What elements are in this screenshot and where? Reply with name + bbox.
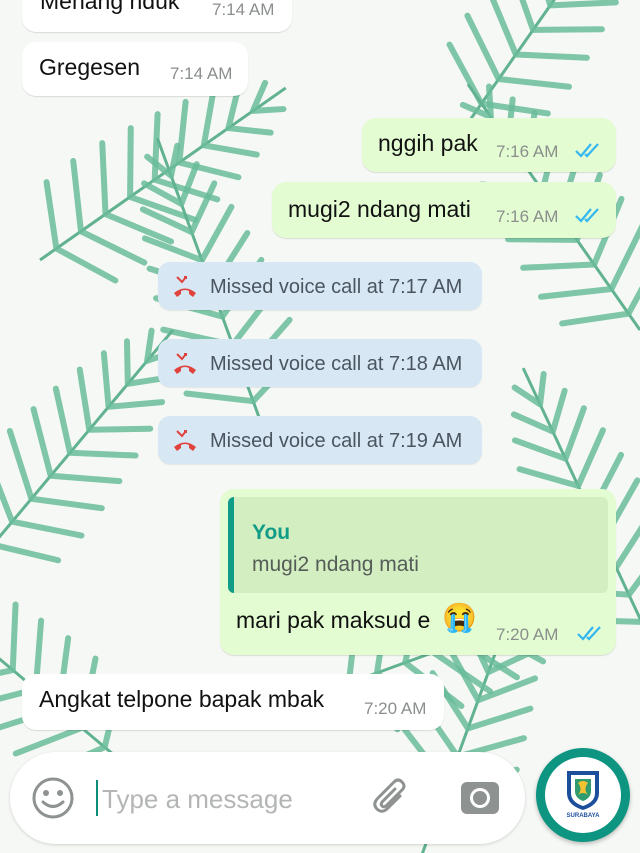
message-bubble-incoming[interactable]: Menang nduk 7:14 AM (22, 0, 292, 32)
read-receipt-icon (577, 626, 601, 641)
quote-author: You (252, 521, 291, 544)
message-time: 7:14 AM (170, 64, 233, 83)
missed-call-text: Missed voice call at 7:18 AM (210, 353, 463, 375)
missed-call-icon (174, 430, 196, 451)
quote-accent-bar (228, 497, 234, 593)
missed-call-icon (174, 276, 196, 297)
message-text: mari pak maksud e (236, 607, 431, 633)
message-time: 7:16 AM (496, 142, 559, 161)
message-text: mugi2 ndang mati (288, 196, 471, 222)
quote-text: mugi2 ndang mati (252, 553, 419, 576)
message-bubble-incoming[interactable]: Angkat telpone bapak mbak 7:20 AM (22, 674, 444, 730)
missed-call-text: Missed voice call at 7:19 AM (210, 430, 463, 452)
message-text: nggih pak (378, 130, 478, 156)
message-time: 7:20 AM (496, 625, 559, 644)
message-bubble-outgoing[interactable]: mugi2 ndang mati 7:16 AM (272, 182, 616, 238)
crest-caption: SURABAYA (566, 813, 600, 819)
quoted-message[interactable]: You mugi2 ndang mati (228, 497, 608, 593)
missed-call-notice[interactable]: Missed voice call at 7:18 AM (158, 339, 482, 387)
read-receipt-icon (575, 143, 599, 158)
message-time: 7:14 AM (212, 0, 275, 19)
crying-emoji: 😭 (442, 602, 477, 633)
action-button[interactable]: SURABAYA (536, 748, 630, 842)
message-text: Menang nduk (40, 0, 180, 14)
reply-message-bubble[interactable]: You mugi2 ndang mati mari pak maksud e 😭… (220, 489, 616, 655)
message-time: 7:16 AM (496, 207, 559, 226)
message-bubble-outgoing[interactable]: nggih pak 7:16 AM (362, 118, 616, 172)
message-time: 7:20 AM (364, 699, 427, 718)
paperclip-icon[interactable] (370, 776, 414, 820)
message-bubble-incoming[interactable]: Gregesen 7:14 AM (22, 42, 248, 96)
missed-call-notice[interactable]: Missed voice call at 7:17 AM (158, 262, 482, 310)
emoji-icon[interactable] (32, 777, 74, 819)
camera-icon[interactable] (458, 776, 502, 820)
missed-call-text: Missed voice call at 7:17 AM (210, 276, 463, 298)
city-crest-badge: SURABAYA (545, 757, 621, 833)
read-receipt-icon (575, 208, 599, 223)
missed-call-icon (174, 353, 196, 374)
text-cursor (96, 780, 98, 816)
message-text: Angkat telpone bapak mbak (39, 686, 325, 712)
message-composer (10, 752, 525, 844)
message-text: Gregesen (39, 54, 141, 80)
missed-call-notice[interactable]: Missed voice call at 7:19 AM (158, 416, 482, 464)
city-crest-icon (567, 771, 599, 810)
message-input[interactable] (100, 778, 364, 820)
